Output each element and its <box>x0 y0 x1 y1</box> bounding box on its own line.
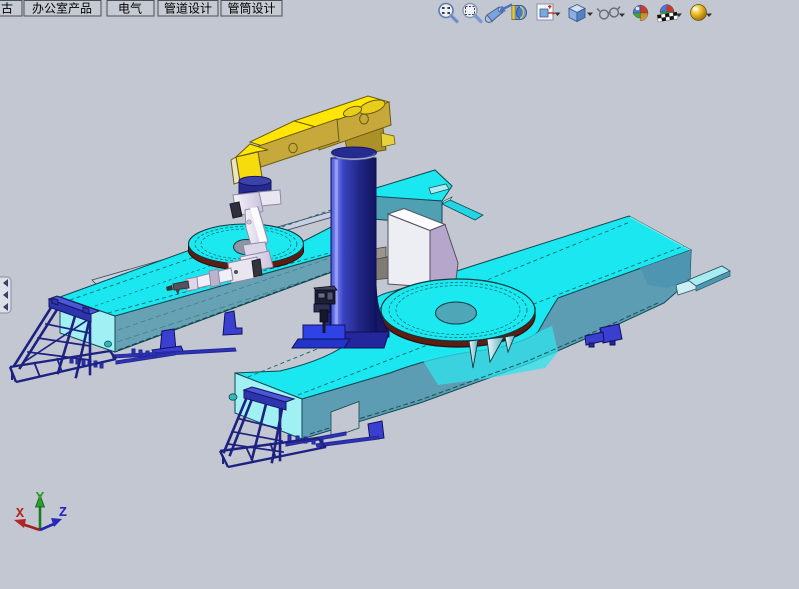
svg-text:电气: 电气 <box>118 1 142 16</box>
svg-text:管筒设计: 管筒设计 <box>227 1 275 16</box>
svg-text:X: X <box>16 506 25 522</box>
svg-text:Y: Y <box>36 490 45 506</box>
svg-text:办公室产品: 办公室产品 <box>32 1 92 16</box>
svg-text:管道设计: 管道设计 <box>164 1 212 16</box>
svg-text:Z: Z <box>59 505 67 521</box>
svg-text:古: 古 <box>1 1 13 16</box>
